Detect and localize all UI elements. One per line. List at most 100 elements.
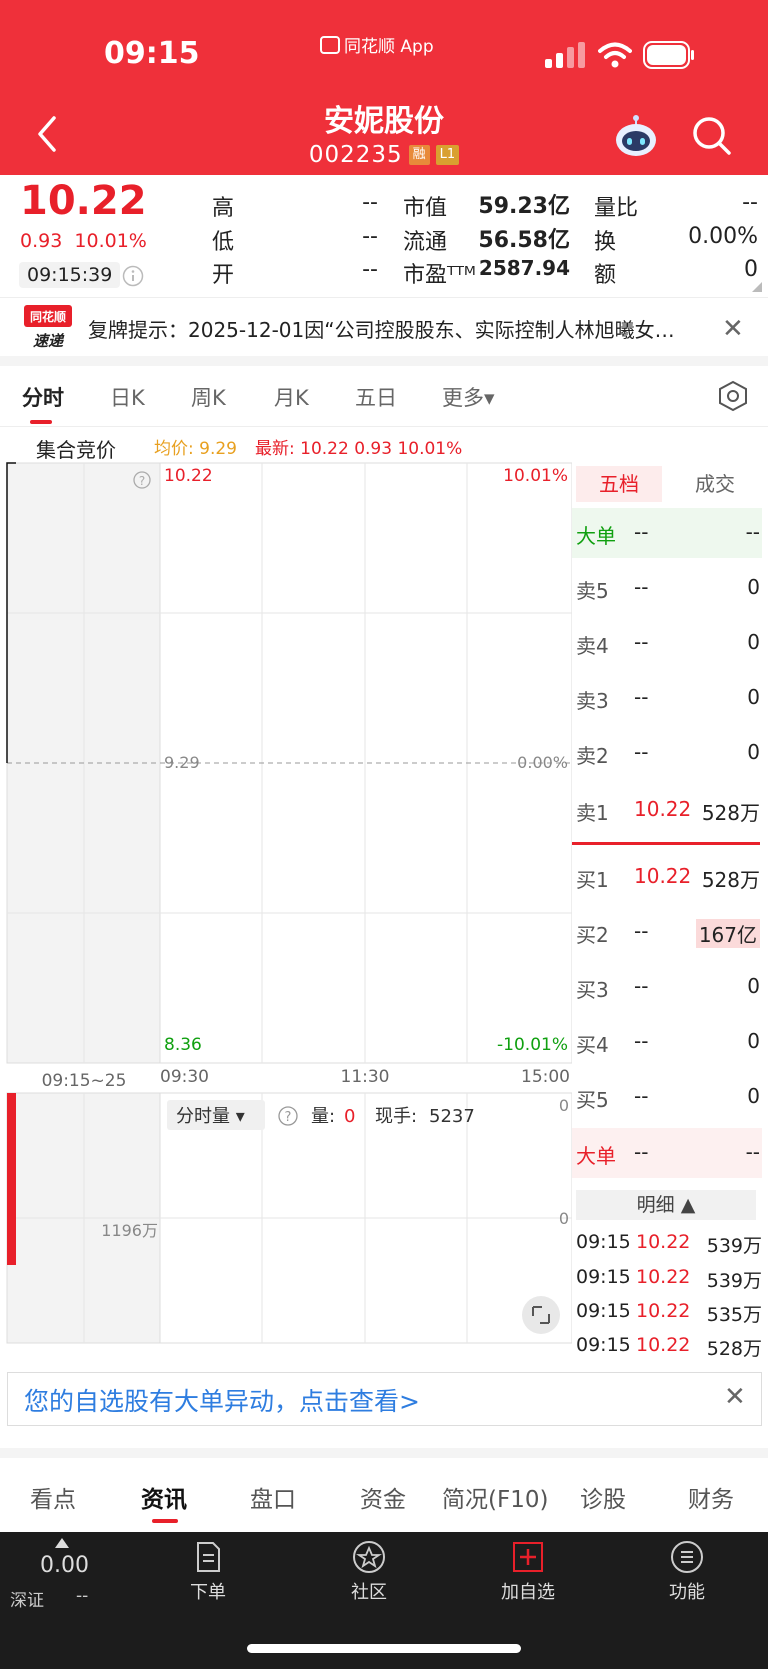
settings-hexagon-icon[interactable]: [717, 380, 749, 412]
detail-toggle[interactable]: 明细 ▲: [576, 1190, 756, 1220]
vol-axis-top: 0: [559, 1096, 569, 1115]
order-doc-icon: [197, 1542, 220, 1572]
turnover-value: 0.00%: [688, 224, 758, 249]
turnover-label: 换: [594, 230, 617, 255]
news-logo-icon: 同花顺 速递: [24, 305, 72, 350]
pe-label: 市盈ᵀᵀᴹ: [403, 263, 476, 288]
tab-market-depth[interactable]: 盘口: [250, 1480, 296, 1514]
tab-diagnosis[interactable]: 诊股: [580, 1480, 626, 1514]
hand-label: 现手:: [375, 1106, 417, 1127]
nav-label: 下单: [190, 1582, 226, 1603]
tab-more[interactable]: 更多▾: [442, 382, 495, 412]
menu-lines-icon: [671, 1541, 703, 1573]
robot-assistant-icon[interactable]: [612, 112, 660, 160]
amount-value: 0: [744, 257, 758, 282]
auction-volume-label: 1196万: [101, 1221, 158, 1240]
big-sell-row: 大单 -- --: [572, 508, 762, 558]
volratio-label: 量比: [594, 196, 639, 221]
axis-top-pct: 10.01%: [503, 466, 568, 486]
divider: [0, 1448, 768, 1458]
tab-highlights[interactable]: 看点: [30, 1480, 76, 1514]
expand-corner-icon[interactable]: [752, 282, 762, 292]
buy-3-row[interactable]: 买3 -- 0: [572, 962, 762, 1012]
status-time: 09:15: [104, 36, 200, 71]
add-plus-icon: [513, 1542, 543, 1572]
index-name[interactable]: 深证: [10, 1586, 44, 1611]
wifi-icon: [598, 42, 632, 68]
tab-f10-profile[interactable]: 简况(F10): [442, 1480, 548, 1514]
tab-financials[interactable]: 财务: [688, 1480, 734, 1514]
alert-close-icon[interactable]: ✕: [724, 1382, 746, 1412]
alert-link[interactable]: 您的自选股有大单异动，点击查看>: [24, 1382, 420, 1418]
open-value: --: [362, 257, 378, 282]
current-price: 10.22: [20, 178, 147, 224]
trade-row: 09:15 10.22 539万: [576, 1231, 762, 1257]
axis-top-price: 10.22: [164, 466, 213, 486]
volume-label: 量:: [311, 1106, 335, 1127]
index-change: --: [76, 1586, 89, 1606]
mktcap-label: 市值: [403, 196, 448, 221]
ticker-close-icon[interactable]: ✕: [722, 314, 744, 344]
volume-help-icon[interactable]: ?: [278, 1106, 298, 1126]
signal-icon: [545, 42, 585, 68]
hand-value: 5237: [429, 1106, 475, 1127]
buy-1-row[interactable]: 买1 10.22 528万: [572, 852, 762, 902]
sell-3-row[interactable]: 卖3 -- 0: [572, 673, 762, 723]
tab-daily-k[interactable]: 日K: [110, 382, 145, 412]
margin-tag: 融: [408, 145, 430, 165]
nav-community[interactable]: 社区: [319, 1540, 419, 1604]
sell-5-row[interactable]: 卖5 -- 0: [572, 563, 762, 613]
buy-2-row[interactable]: 买2 -- 167亿: [572, 907, 762, 957]
divider: [0, 356, 768, 366]
axis-mid-price: 9.29: [164, 753, 200, 772]
vol-axis-mid: 0: [559, 1209, 569, 1228]
sell-2-row[interactable]: 卖2 -- 0: [572, 728, 762, 778]
stock-code: 002235: [308, 142, 403, 168]
nav-functions[interactable]: 功能: [637, 1540, 737, 1604]
nav-label: 加自选: [501, 1582, 555, 1603]
nav-place-order[interactable]: 下单: [158, 1540, 258, 1604]
open-label: 开: [212, 263, 235, 288]
search-icon[interactable]: [690, 114, 734, 158]
info-icon[interactable]: [122, 265, 144, 287]
nav-add-watchlist[interactable]: 加自选: [478, 1540, 578, 1604]
tab-five-levels[interactable]: 五档: [576, 466, 662, 502]
auction-volume-bar: [7, 1093, 16, 1265]
tab-weekly-k[interactable]: 周K: [191, 382, 226, 412]
amount-label: 额: [594, 263, 617, 288]
time-midday: 11:30: [341, 1067, 390, 1087]
tab-trades[interactable]: 成交: [670, 466, 760, 502]
svg-text:?: ?: [285, 1110, 292, 1125]
volratio-value: --: [742, 190, 758, 215]
tab-monthly-k[interactable]: 月K: [274, 382, 309, 412]
trade-row: 09:15 10.22 535万: [576, 1300, 762, 1326]
fullscreen-icon[interactable]: [522, 1296, 560, 1334]
tab-five-day[interactable]: 五日: [355, 382, 397, 412]
news-ticker-text[interactable]: 复牌提示：2025-12-01因“公司控股股东、实际控制人林旭曦女…: [88, 314, 708, 343]
time-open: 09:30: [160, 1067, 209, 1087]
home-indicator[interactable]: [247, 1644, 521, 1653]
buy-4-row[interactable]: 买4 -- 0: [572, 1017, 762, 1067]
index-value[interactable]: 0.00: [40, 1553, 89, 1578]
low-value: --: [362, 224, 378, 249]
float-value: 56.58亿: [478, 228, 570, 253]
nav-label: 社区: [351, 1582, 387, 1603]
sell-1-row[interactable]: 卖1 10.22 528万: [572, 785, 762, 835]
tab-news[interactable]: 资讯: [141, 1480, 187, 1514]
active-tab-indicator: [30, 420, 52, 424]
intraday-chart[interactable]: 10.22 10.01% 9.29 0.00% 8.36 -10.01% ? 0…: [0, 460, 572, 1360]
pe-value: 2587.94: [478, 256, 570, 280]
high-value: --: [362, 190, 378, 215]
app-icon: [320, 35, 340, 54]
trade-row: 09:15 10.22 539万: [576, 1266, 762, 1292]
axis-mid-pct: 0.00%: [517, 753, 568, 772]
buy-5-row[interactable]: 买5 -- 0: [572, 1072, 762, 1122]
bid-ask-divider: [572, 842, 760, 845]
tab-intraday[interactable]: 分时: [22, 382, 64, 412]
sell-4-row[interactable]: 卖4 -- 0: [572, 618, 762, 668]
community-star-icon: [353, 1541, 385, 1573]
battery-icon: [643, 41, 694, 69]
tab-capital-flow[interactable]: 资金: [360, 1480, 406, 1514]
float-label: 流通: [403, 230, 448, 255]
active-info-tab-indicator: [152, 1519, 178, 1523]
